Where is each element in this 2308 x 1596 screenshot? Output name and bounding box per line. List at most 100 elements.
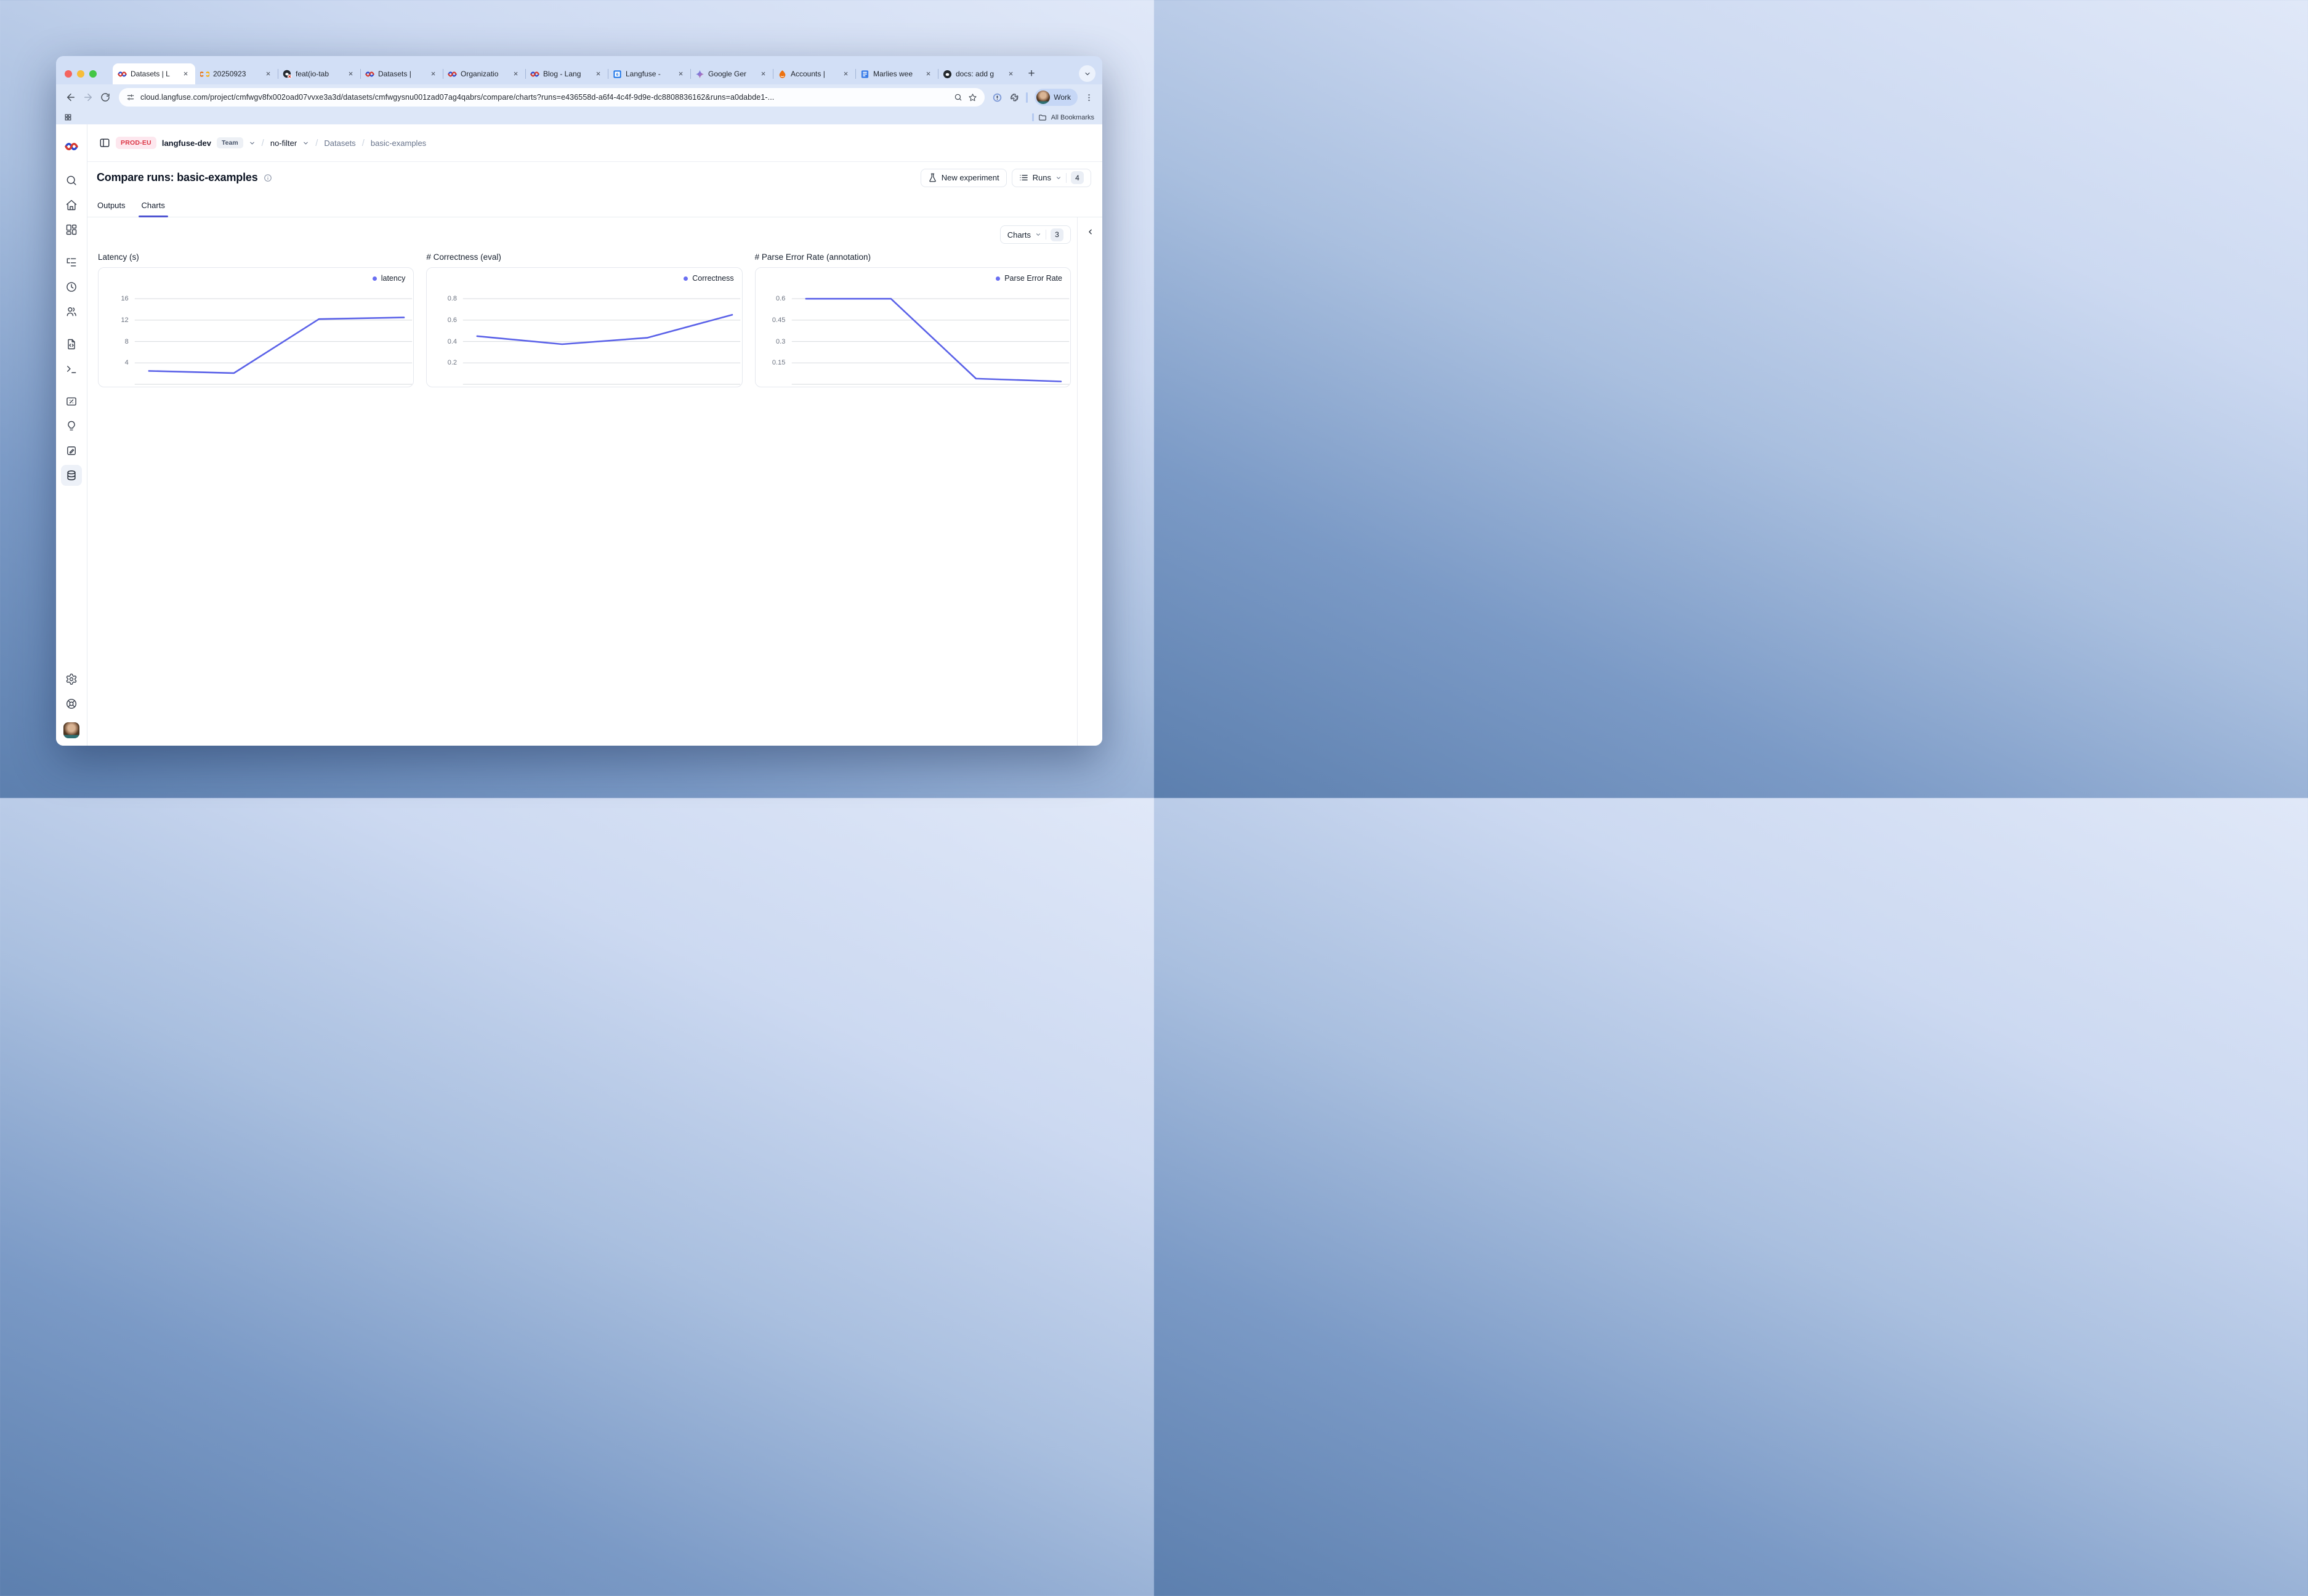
sidebar-item-support[interactable] bbox=[61, 693, 82, 714]
legend-dot bbox=[373, 276, 377, 281]
minimize-window-button[interactable] bbox=[77, 70, 84, 78]
close-tab-icon[interactable]: × bbox=[594, 70, 603, 79]
close-window-button[interactable] bbox=[65, 70, 72, 78]
breadcrumb-dataset[interactable]: basic-examples bbox=[371, 139, 426, 148]
sidebar-item-settings[interactable] bbox=[61, 669, 82, 690]
browser-tab[interactable]: feat(io-tab× bbox=[278, 63, 360, 84]
org-chevron-down-icon[interactable] bbox=[249, 140, 256, 147]
environment-badge[interactable]: PROD-EU bbox=[116, 137, 156, 149]
langfuse-logo-icon[interactable] bbox=[65, 140, 78, 153]
sidebar-item-sessions[interactable] bbox=[61, 276, 82, 297]
site-settings-icon[interactable] bbox=[126, 93, 135, 102]
all-bookmarks[interactable]: All Bookmarks bbox=[1032, 113, 1094, 122]
page-actions: New experiment Runs 4 bbox=[921, 169, 1091, 187]
browser-tabs: Datasets | L×20250923×feat(io-tab×Datase… bbox=[113, 63, 1020, 84]
bookmark-star-icon[interactable] bbox=[968, 93, 977, 102]
github-favicon-icon bbox=[943, 70, 952, 79]
button-divider bbox=[1066, 173, 1067, 183]
charts-count-badge: 3 bbox=[1051, 228, 1063, 241]
window-controls[interactable] bbox=[65, 63, 97, 84]
new-experiment-button[interactable]: New experiment bbox=[921, 169, 1007, 187]
browser-tab[interactable]: Organizatio × bbox=[443, 63, 525, 84]
browser-tab-strip: Datasets | L×20250923×feat(io-tab×Datase… bbox=[56, 56, 1102, 84]
info-icon[interactable] bbox=[264, 174, 272, 182]
sidebar-item-tracing[interactable] bbox=[61, 252, 82, 273]
breadcrumb-project[interactable]: no-filter bbox=[270, 139, 297, 148]
project-chevron-down-icon[interactable] bbox=[302, 140, 309, 147]
browser-tab[interactable]: docs: add g× bbox=[938, 63, 1020, 84]
apps-grid-icon[interactable] bbox=[64, 113, 72, 121]
collapse-panel-button[interactable] bbox=[1086, 228, 1094, 746]
tab-outputs[interactable]: Outputs bbox=[97, 201, 126, 217]
close-tab-icon[interactable]: × bbox=[1006, 70, 1015, 79]
sidebar-item-users[interactable] bbox=[61, 301, 82, 322]
close-tab-icon[interactable]: × bbox=[511, 70, 520, 79]
sidebar-toggle-button[interactable] bbox=[99, 137, 110, 148]
runs-dropdown-button[interactable]: Runs 4 bbox=[1012, 169, 1091, 187]
browser-tab[interactable]: Datasets |× bbox=[360, 63, 443, 84]
browser-menu-button[interactable] bbox=[1084, 93, 1094, 102]
tab-charts[interactable]: Charts bbox=[142, 201, 165, 217]
browser-tab[interactable]: 6Langfuse -× bbox=[608, 63, 690, 84]
sidebar-item-evaluation[interactable] bbox=[61, 391, 82, 412]
close-tab-icon[interactable]: × bbox=[346, 70, 355, 79]
zoom-page-icon[interactable] bbox=[954, 93, 962, 102]
browser-tab[interactable]: Marlies wee× bbox=[855, 63, 938, 84]
chart-card: latency 161284 bbox=[98, 267, 414, 387]
sidebar-item-home[interactable] bbox=[61, 195, 82, 216]
close-tab-icon[interactable]: × bbox=[429, 70, 438, 79]
sidebar-item-dashboards[interactable] bbox=[61, 219, 82, 240]
breadcrumb-section[interactable]: Datasets bbox=[324, 139, 355, 148]
sidebar-item-annotation[interactable] bbox=[61, 440, 82, 461]
close-tab-icon[interactable]: × bbox=[841, 70, 850, 79]
tab-title: Organizatio bbox=[461, 70, 507, 78]
sidebar-item-search[interactable] bbox=[61, 170, 82, 191]
langfuse-favicon-icon bbox=[448, 70, 457, 79]
breadcrumb-organization[interactable]: langfuse-dev bbox=[162, 139, 211, 148]
close-tab-icon[interactable]: × bbox=[759, 70, 768, 79]
close-tab-icon[interactable]: × bbox=[181, 70, 190, 79]
password-manager-icon[interactable] bbox=[992, 92, 1003, 103]
sidebar-item-prompts[interactable] bbox=[61, 334, 82, 355]
browser-profile-button[interactable]: Work bbox=[1035, 89, 1078, 106]
forward-button[interactable] bbox=[79, 89, 97, 106]
chevron-down-icon bbox=[1035, 232, 1041, 238]
toolbar-divider bbox=[1026, 92, 1028, 103]
sidebar-item-insights[interactable] bbox=[61, 416, 82, 437]
breadcrumb-separator: / bbox=[361, 138, 365, 148]
maximize-window-button[interactable] bbox=[89, 70, 97, 78]
sidebar-item-datasets[interactable] bbox=[61, 465, 82, 486]
y-tick-label: 12 bbox=[121, 316, 128, 324]
back-button[interactable] bbox=[62, 89, 79, 106]
legend-label: latency bbox=[381, 274, 406, 283]
charts-main: Charts 3 Latency (s) bbox=[87, 217, 1077, 746]
playground-icon bbox=[65, 363, 78, 375]
tab-title: Blog - Lang bbox=[543, 70, 590, 78]
y-tick-label: 0.4 bbox=[448, 338, 457, 345]
right-panel-gutter bbox=[1077, 217, 1102, 746]
tab-title: Google Ger bbox=[708, 70, 755, 78]
new-experiment-label: New experiment bbox=[942, 173, 999, 182]
url-text[interactable]: cloud.langfuse.com/project/cmfwgv8fx002o… bbox=[140, 93, 948, 102]
search-icon bbox=[65, 174, 78, 187]
extensions-puzzle-icon[interactable] bbox=[1009, 92, 1019, 102]
address-bar[interactable]: cloud.langfuse.com/project/cmfwgv8fx002o… bbox=[119, 88, 985, 107]
browser-tab[interactable]: Accounts |× bbox=[773, 63, 855, 84]
user-avatar[interactable] bbox=[63, 722, 79, 738]
charts-dropdown-button[interactable]: Charts 3 bbox=[1000, 225, 1071, 244]
new-tab-button[interactable]: + bbox=[1023, 65, 1040, 83]
refresh-button[interactable] bbox=[97, 89, 114, 106]
close-tab-icon[interactable]: × bbox=[264, 70, 273, 79]
all-bookmarks-label: All Bookmarks bbox=[1051, 114, 1094, 121]
langfuse-favicon-icon bbox=[118, 70, 127, 79]
browser-tab[interactable]: 20250923× bbox=[195, 63, 278, 84]
close-tab-icon[interactable]: × bbox=[924, 70, 933, 79]
browser-tab[interactable]: Blog - Lang × bbox=[525, 63, 608, 84]
runs-label: Runs bbox=[1033, 173, 1051, 182]
close-tab-icon[interactable]: × bbox=[676, 70, 685, 79]
tab-search-button[interactable] bbox=[1079, 65, 1095, 82]
browser-tab[interactable]: Datasets | L× bbox=[113, 63, 195, 84]
chevron-down-icon bbox=[1055, 175, 1062, 181]
sidebar-item-playground[interactable] bbox=[61, 358, 82, 379]
browser-tab[interactable]: Google Ger × bbox=[690, 63, 773, 84]
